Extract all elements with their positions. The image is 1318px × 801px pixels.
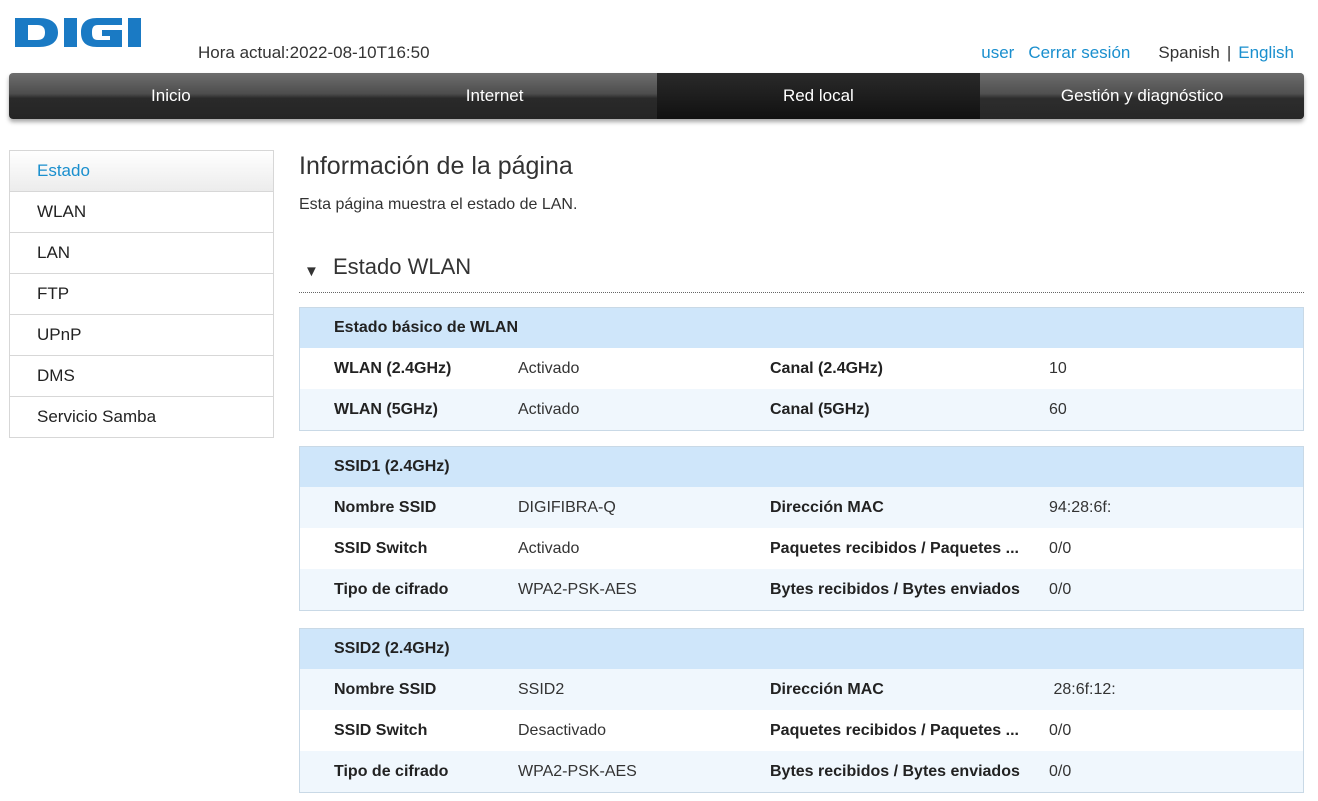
panel-header: SSID1 (2.4GHz) (300, 447, 1303, 487)
row-label: WLAN (2.4GHz) (334, 360, 452, 377)
row-label: Tipo de cifrado (334, 763, 449, 780)
row-label: Paquetes recibidos / Paquetes ... (770, 722, 1019, 739)
sidebar-item-estado[interactable]: Estado (10, 151, 273, 192)
row-value: 28:6f:12: (1049, 681, 1116, 698)
page-title: Información de la página (299, 152, 573, 180)
sidebar: Estado WLAN LAN FTP UPnP DMS Servicio Sa… (9, 150, 274, 438)
table-row: SSID Switch Desactivado Paquetes recibid… (300, 710, 1303, 751)
sidebar-item-ftp[interactable]: FTP (10, 274, 273, 315)
logout-link[interactable]: Cerrar sesión (1028, 43, 1130, 62)
row-value: 10 (1049, 360, 1067, 377)
row-value: Desactivado (518, 722, 607, 739)
table-row: SSID Switch Activado Paquetes recibidos … (300, 528, 1303, 569)
row-value: 94:28:6f: (1049, 499, 1112, 516)
tab-internet[interactable]: Internet (333, 73, 657, 119)
language-separator: | (1226, 43, 1232, 62)
row-label: Nombre SSID (334, 681, 437, 698)
table-row: Tipo de cifrado WPA2-PSK-AES Bytes recib… (300, 569, 1303, 610)
row-value: SSID2 (518, 681, 565, 698)
row-value: Activado (518, 360, 580, 377)
table-row: WLAN (2.4GHz) Activado Canal (2.4GHz) 10 (300, 348, 1303, 389)
language-current: Spanish (1158, 43, 1220, 62)
row-label: Bytes recibidos / Bytes enviados (770, 763, 1020, 780)
table-row: WLAN (5GHz) Activado Canal (5GHz) 60 (300, 389, 1303, 430)
sidebar-item-upnp[interactable]: UPnP (10, 315, 273, 356)
main-nav: Inicio Internet Red local Gestión y diag… (9, 73, 1304, 119)
row-label: Canal (5GHz) (770, 401, 870, 418)
table-row: Nombre SSID SSID2 Dirección MAC 28:6f:12… (300, 669, 1303, 710)
row-label: Nombre SSID (334, 499, 437, 516)
table-row: Tipo de cifrado WPA2-PSK-AES Bytes recib… (300, 751, 1303, 792)
language-english-link[interactable]: English (1238, 43, 1294, 62)
panel-header: SSID2 (2.4GHz) (300, 629, 1303, 669)
sidebar-item-samba[interactable]: Servicio Samba (10, 397, 273, 438)
tab-inicio[interactable]: Inicio (9, 73, 333, 119)
user-link[interactable]: user (981, 43, 1014, 62)
row-value: WPA2-PSK-AES (518, 763, 637, 780)
row-value: 0/0 (1049, 722, 1072, 739)
row-label: WLAN (5GHz) (334, 401, 438, 418)
row-label: Dirección MAC (770, 681, 884, 698)
row-label: Canal (2.4GHz) (770, 360, 883, 377)
current-time: Hora actual:2022-08-10T16:50 (198, 43, 430, 62)
section-header-wlan: ▼ Estado WLAN (299, 252, 1304, 293)
ssid2-panel: SSID2 (2.4GHz) Nombre SSID SSID2 Direcci… (299, 628, 1304, 793)
triangle-down-icon[interactable]: ▼ (304, 263, 319, 280)
section-title: Estado WLAN (333, 254, 472, 279)
tab-gestion-diagnostico[interactable]: Gestión y diagnóstico (980, 73, 1304, 119)
page-description: Esta página muestra el estado de LAN. (299, 196, 578, 213)
row-value: 0/0 (1049, 581, 1072, 598)
sidebar-item-lan[interactable]: LAN (10, 233, 273, 274)
top-links: user Cerrar sesión Spanish | English (981, 43, 1294, 63)
wlan-basic-status-panel: Estado básico de WLAN WLAN (2.4GHz) Acti… (299, 307, 1304, 431)
row-label: Tipo de cifrado (334, 581, 449, 598)
row-value: 0/0 (1049, 540, 1072, 557)
row-value: Activado (518, 540, 580, 557)
row-value: Activado (518, 401, 580, 418)
ssid1-panel: SSID1 (2.4GHz) Nombre SSID DIGIFIBRA-Q D… (299, 446, 1304, 611)
row-label: SSID Switch (334, 722, 428, 739)
sidebar-item-dms[interactable]: DMS (10, 356, 273, 397)
row-value: 0/0 (1049, 763, 1072, 780)
row-value: 60 (1049, 401, 1067, 418)
row-label: SSID Switch (334, 540, 428, 557)
sidebar-item-wlan[interactable]: WLAN (10, 192, 273, 233)
tab-red-local[interactable]: Red local (656, 73, 981, 119)
row-label: Dirección MAC (770, 499, 884, 516)
row-value: WPA2-PSK-AES (518, 581, 637, 598)
digi-logo[interactable] (15, 18, 157, 47)
table-row: Nombre SSID DIGIFIBRA-Q Dirección MAC 94… (300, 487, 1303, 528)
row-label: Paquetes recibidos / Paquetes ... (770, 540, 1019, 557)
row-label: Bytes recibidos / Bytes enviados (770, 581, 1020, 598)
row-value: DIGIFIBRA-Q (518, 499, 616, 516)
panel-header: Estado básico de WLAN (300, 308, 1303, 348)
